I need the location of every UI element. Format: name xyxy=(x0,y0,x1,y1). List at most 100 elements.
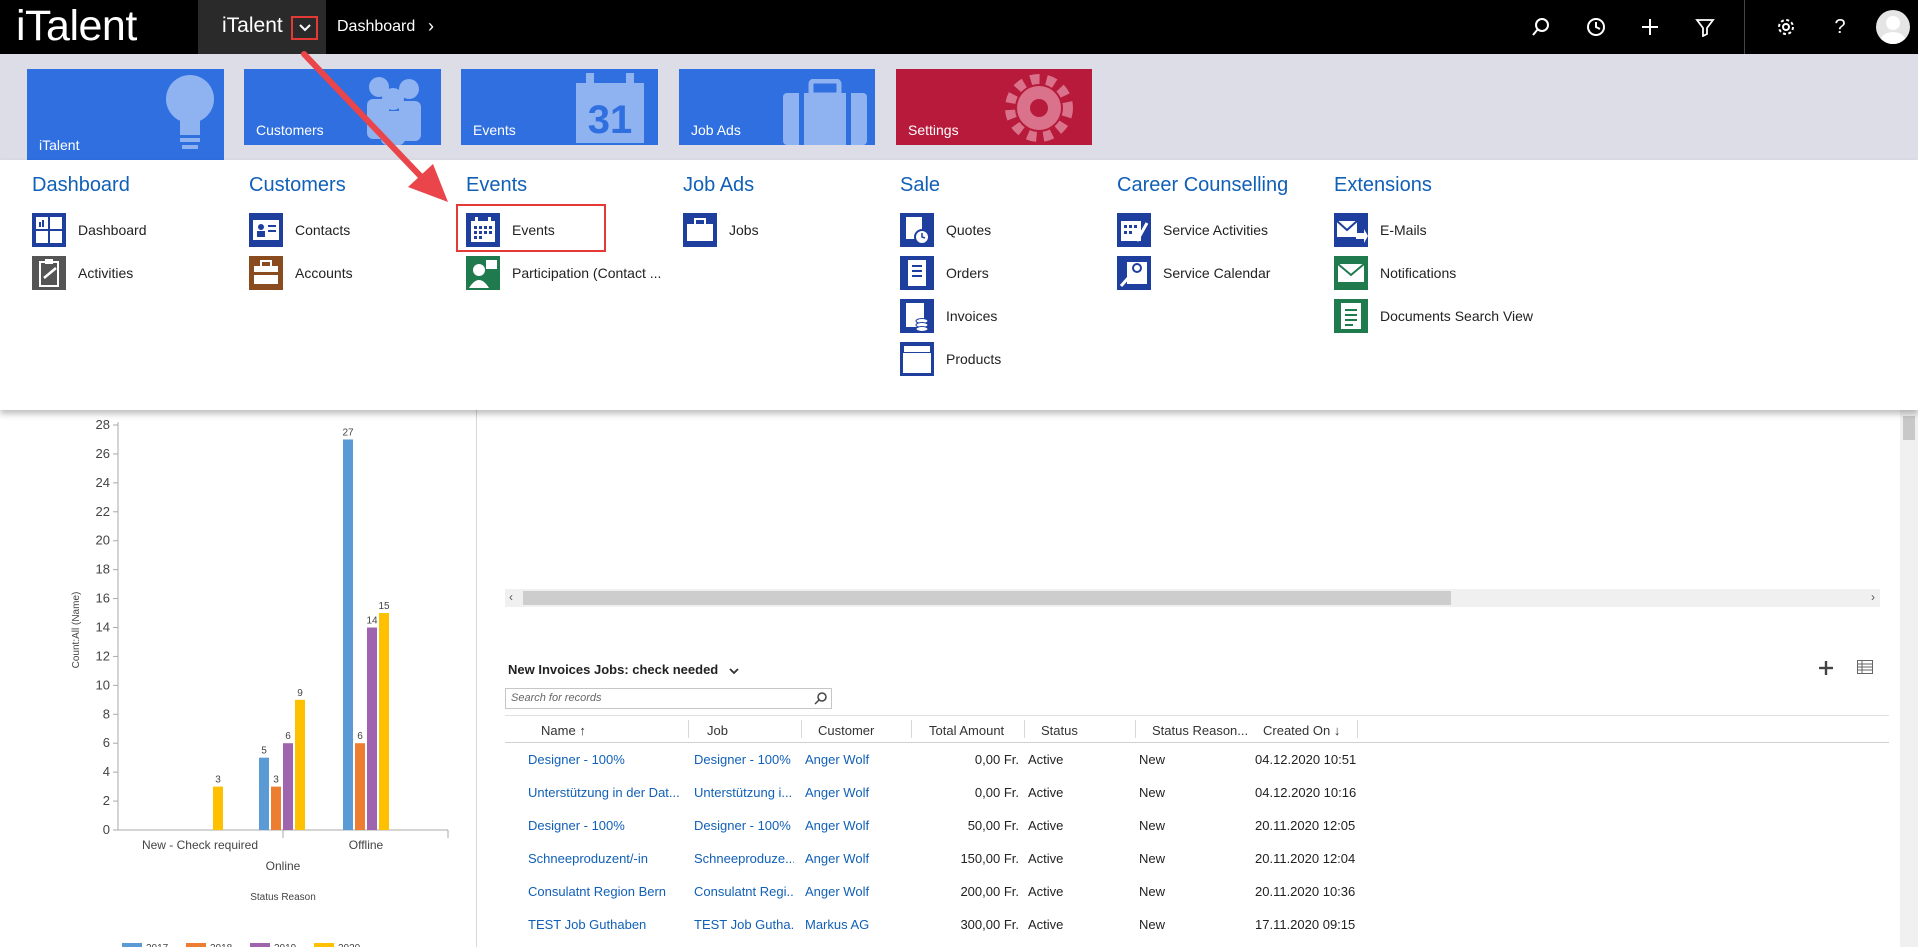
nav-group-heading[interactable]: Dashboard xyxy=(32,174,147,208)
nav-item-participation[interactable]: Participation (Contact ... xyxy=(466,251,661,294)
cell-job[interactable]: Designer - 100% xyxy=(694,752,794,767)
search-icon[interactable] xyxy=(1529,15,1553,39)
column-divider[interactable] xyxy=(1135,720,1136,738)
table-row[interactable]: Designer - 100% Designer - 100% Anger Wolf… xyxy=(505,809,1889,842)
nav-item-jobs[interactable]: Jobs xyxy=(683,208,759,251)
app-name[interactable]: iTalent xyxy=(222,14,283,38)
nav-item-e-mails[interactable]: E-Mails xyxy=(1334,208,1533,251)
nav-item-accounts[interactable]: Accounts xyxy=(249,251,353,294)
avatar-icon[interactable] xyxy=(1876,10,1910,44)
column-divider[interactable] xyxy=(1024,720,1025,738)
cell-name[interactable]: Unterstützung in der Dat... xyxy=(528,785,680,800)
cell-job[interactable]: Consulatnt Regi... xyxy=(694,884,794,899)
cell-name[interactable]: Designer - 100% xyxy=(528,818,680,833)
scroll-right-icon[interactable]: › xyxy=(1871,590,1875,604)
vertical-scrollbar[interactable] xyxy=(1900,410,1918,947)
legend-label: 2019 xyxy=(274,943,297,947)
table-row[interactable]: TEST Job Guthaben TEST Job Gutha... Markus… xyxy=(505,908,1889,941)
app-dropdown-button[interactable] xyxy=(291,16,318,40)
column-header-status[interactable]: Status xyxy=(1041,723,1078,738)
service-activity-icon xyxy=(1117,212,1151,247)
tile-events[interactable]: 31 Events xyxy=(461,69,658,145)
grid-view-button[interactable] xyxy=(1857,660,1873,679)
breadcrumb-chevron-icon[interactable]: › xyxy=(428,16,434,37)
column-header-name[interactable]: Name ↑ xyxy=(541,723,586,738)
cell-job[interactable]: Designer - 100% xyxy=(694,818,794,833)
nav-group-heading[interactable]: Sale xyxy=(900,174,1001,208)
cell-name[interactable]: Schneeproduzent/-in xyxy=(528,851,680,866)
column-divider[interactable] xyxy=(801,720,802,738)
nav-item-label: Quotes xyxy=(946,221,992,238)
order-icon xyxy=(900,255,934,290)
cell-job[interactable]: Unterstützung i... xyxy=(694,785,794,800)
chevron-down-icon[interactable] xyxy=(728,666,740,678)
nav-item-dashboard[interactable]: Dashboard xyxy=(32,208,147,251)
column-header-status-reason[interactable]: Status Reason... xyxy=(1152,723,1248,738)
add-record-button[interactable] xyxy=(1818,656,1834,682)
nav-item-events[interactable]: Events xyxy=(456,204,661,252)
gear-icon[interactable] xyxy=(1774,15,1798,39)
nav-group-heading[interactable]: Job Ads xyxy=(683,174,759,208)
nav-item-quotes[interactable]: Quotes xyxy=(900,208,1001,251)
table-row[interactable]: Consulatnt Region Bern Consulatnt Regi...… xyxy=(505,875,1889,908)
column-header-job[interactable]: Job xyxy=(707,723,728,738)
column-header-total-amount[interactable]: Total Amount xyxy=(929,723,1004,738)
cell-name[interactable]: Designer - 100% xyxy=(528,752,680,767)
search-records-input[interactable]: Search for records xyxy=(505,688,832,709)
cell-customer[interactable]: Anger Wolf xyxy=(805,818,905,833)
table-row[interactable]: Unterstützung in der Dat... Unterstützung… xyxy=(505,776,1889,809)
plus-icon[interactable] xyxy=(1638,15,1662,39)
nav-group-heading[interactable]: Events xyxy=(466,174,661,208)
nav-item-contacts[interactable]: Contacts xyxy=(249,208,353,251)
cell-customer[interactable]: Anger Wolf xyxy=(805,851,905,866)
nav-item-orders[interactable]: Orders xyxy=(900,251,1001,294)
cell-customer[interactable]: Anger Wolf xyxy=(805,752,905,767)
tile-job-ads[interactable]: Job Ads xyxy=(679,69,875,145)
horizontal-scrollbar[interactable]: ‹ › xyxy=(505,589,1880,607)
tile-italent[interactable]: iTalent xyxy=(27,69,224,160)
cell-customer[interactable]: Anger Wolf xyxy=(805,884,905,899)
view-selector[interactable]: New Invoices Jobs: check needed xyxy=(508,662,718,677)
column-divider[interactable] xyxy=(911,720,912,738)
cell-job[interactable]: Schneeproduze... xyxy=(694,851,794,866)
table-row[interactable]: Schneeproduzent/-in Schneeproduze... Anger… xyxy=(505,842,1889,875)
scroll-thumb[interactable] xyxy=(1903,416,1915,440)
grid-body: Designer - 100% Designer - 100% Anger Wolf… xyxy=(505,743,1889,941)
cell-customer[interactable]: Anger Wolf xyxy=(805,785,905,800)
nav-item-activities[interactable]: Activities xyxy=(32,251,147,294)
history-icon[interactable] xyxy=(1584,15,1608,39)
nav-item-documents-search-view[interactable]: Documents Search View xyxy=(1334,294,1533,337)
column-divider[interactable] xyxy=(688,720,689,738)
cell-created-on: 04.12.2020 10:51 xyxy=(1255,752,1357,767)
nav-group-heading[interactable]: Career Counselling xyxy=(1117,174,1288,208)
column-header-created-on[interactable]: Created On ↓ xyxy=(1263,723,1340,738)
nav-item-label: Products xyxy=(946,350,1002,367)
cell-name[interactable]: TEST Job Guthaben xyxy=(528,917,680,932)
nav-item-service-activities[interactable]: Service Activities xyxy=(1117,208,1288,251)
cell-customer[interactable]: Markus AG xyxy=(805,917,905,932)
y-axis-label: Count:All (Name) xyxy=(71,592,82,669)
nav-item-service-calendar[interactable]: Service Calendar xyxy=(1117,251,1288,294)
x-tick-label: Offline xyxy=(349,838,384,852)
column-header-customer[interactable]: Customer xyxy=(818,723,874,738)
nav-group-events: Events Events Participation (Contact ... xyxy=(456,174,661,294)
nav-item-invoices[interactable]: Invoices xyxy=(900,294,1001,337)
highlight-box xyxy=(456,204,606,252)
tile-settings[interactable]: Settings xyxy=(896,69,1092,145)
search-icon[interactable] xyxy=(814,691,828,705)
scroll-thumb[interactable] xyxy=(523,591,1451,605)
data-label: 15 xyxy=(378,601,390,612)
nav-group-heading[interactable]: Extensions xyxy=(1334,174,1533,208)
filter-icon[interactable] xyxy=(1693,15,1717,39)
breadcrumb-dashboard[interactable]: Dashboard xyxy=(337,18,415,36)
nav-item-products[interactable]: Products xyxy=(900,337,1001,380)
cell-name[interactable]: Consulatnt Region Bern xyxy=(528,884,680,899)
y-tick-label: 16 xyxy=(96,591,110,606)
column-divider[interactable] xyxy=(1357,720,1358,738)
scroll-left-icon[interactable]: ‹ xyxy=(509,590,513,604)
table-row[interactable]: Designer - 100% Designer - 100% Anger Wolf… xyxy=(505,743,1889,776)
nav-item-notifications[interactable]: Notifications xyxy=(1334,251,1533,294)
help-icon[interactable]: ? xyxy=(1828,15,1852,39)
cell-job[interactable]: TEST Job Gutha... xyxy=(694,917,794,932)
gear-icon xyxy=(1005,74,1073,142)
